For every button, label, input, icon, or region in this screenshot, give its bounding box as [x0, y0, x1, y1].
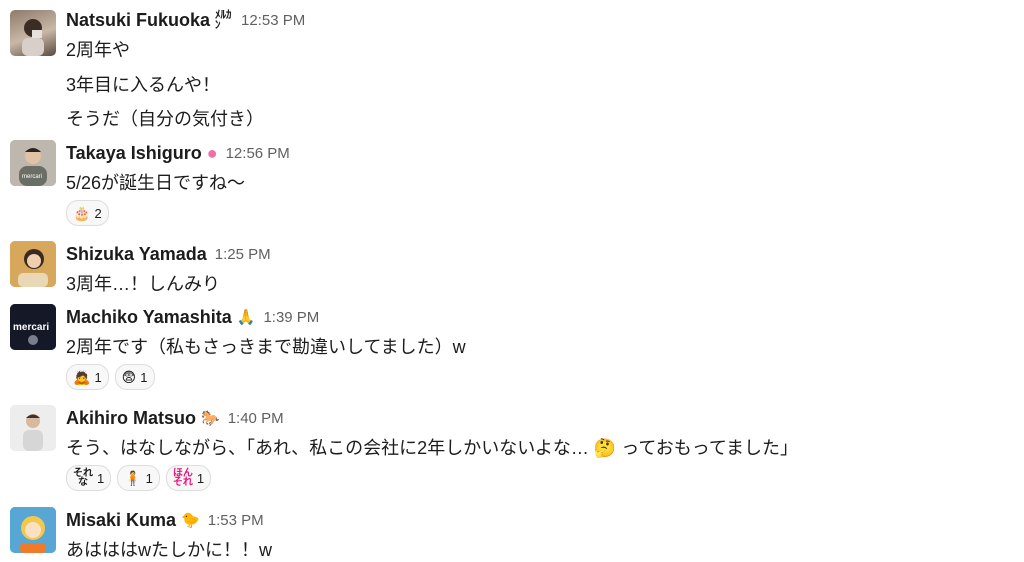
status-emoji: 🐎 — [201, 410, 220, 427]
avatar[interactable] — [10, 10, 56, 56]
reaction-honsore[interactable]: ほんそれ 1 — [165, 465, 212, 491]
reaction-count: 2 — [94, 205, 102, 221]
timestamp[interactable]: 1:39 PM — [263, 309, 319, 326]
user-name[interactable]: Shizuka Yamada — [66, 244, 207, 265]
honsore-icon: ほんそれ — [172, 468, 193, 488]
reaction-sorena[interactable]: それな 1 — [66, 465, 112, 491]
message-text: あはははwたしかに！！w — [66, 540, 272, 560]
timestamp[interactable]: 12:53 PM — [241, 12, 305, 29]
timestamp[interactable]: 1:25 PM — [215, 246, 271, 263]
timestamp[interactable]: 1:40 PM — [228, 410, 284, 427]
avatar[interactable] — [10, 405, 56, 451]
status-emoji: ● — [206, 142, 218, 163]
svg-text:mercari: mercari — [22, 174, 42, 180]
user-name[interactable]: Natsuki Fukuoka — [66, 10, 210, 31]
reaction-bar: 🙇 1 😨 1 — [66, 364, 155, 390]
reaction-bar: 🎂 2 — [66, 200, 109, 226]
status-emoji: 🐤 — [181, 512, 200, 529]
message-text: 3周年…！しんみり — [66, 274, 221, 294]
timestamp[interactable]: 1:53 PM — [208, 512, 264, 529]
message-text: 2周年です（私もさっきまで勘違いしてました）w — [66, 337, 466, 357]
avatar[interactable] — [10, 241, 56, 287]
reaction-cake[interactable]: 🎂 2 — [66, 200, 109, 226]
avatar[interactable]: mercari — [10, 140, 56, 186]
avatar[interactable]: mercari — [10, 304, 56, 350]
message-text: 5/26が誕生日ですね〜 — [66, 173, 246, 193]
bow-icon: 🙇 — [73, 368, 91, 385]
sorena-icon: それな — [73, 468, 93, 488]
reaction-bar: それな 1 🧍 1 ほんそれ 1 — [66, 465, 212, 491]
user-name[interactable]: Machiko Yamashita — [66, 307, 232, 328]
user-name[interactable]: Takaya Ishiguro — [66, 143, 202, 164]
reaction-count: 1 — [94, 369, 102, 385]
message-text: 3年目に入るんや！ — [66, 75, 221, 95]
reaction-count: 1 — [145, 470, 153, 486]
user-name[interactable]: Misaki Kuma — [66, 510, 176, 531]
cake-icon: 🎂 — [73, 204, 91, 221]
svg-text:mercari: mercari — [13, 322, 49, 333]
reaction-person[interactable]: 🧍 1 — [117, 465, 160, 491]
reaction-count: 1 — [196, 470, 205, 486]
person-icon: 🧍 — [124, 469, 142, 486]
status-emoji: ﾒﾙｶﾝ — [215, 9, 232, 31]
message-text: そう、はなしながら、「あれ、私この会社に2年しかいないよな… 🤔 っておもってま… — [66, 438, 799, 458]
reaction-bow[interactable]: 🙇 1 — [66, 364, 109, 390]
user-name[interactable]: Akihiro Matsuo — [66, 408, 196, 429]
reaction-fearful[interactable]: 😨 1 — [114, 364, 155, 390]
timestamp[interactable]: 12:56 PM — [226, 145, 290, 162]
reaction-count: 1 — [140, 369, 148, 385]
status-emoji: 🙏 — [236, 309, 256, 326]
reaction-count: 1 — [97, 470, 105, 486]
message-text: そうだ（自分の気付き） — [66, 109, 264, 129]
message-text: 2周年や — [66, 40, 131, 60]
avatar[interactable] — [10, 507, 56, 553]
fearful-face-icon: 😨 — [121, 368, 137, 385]
